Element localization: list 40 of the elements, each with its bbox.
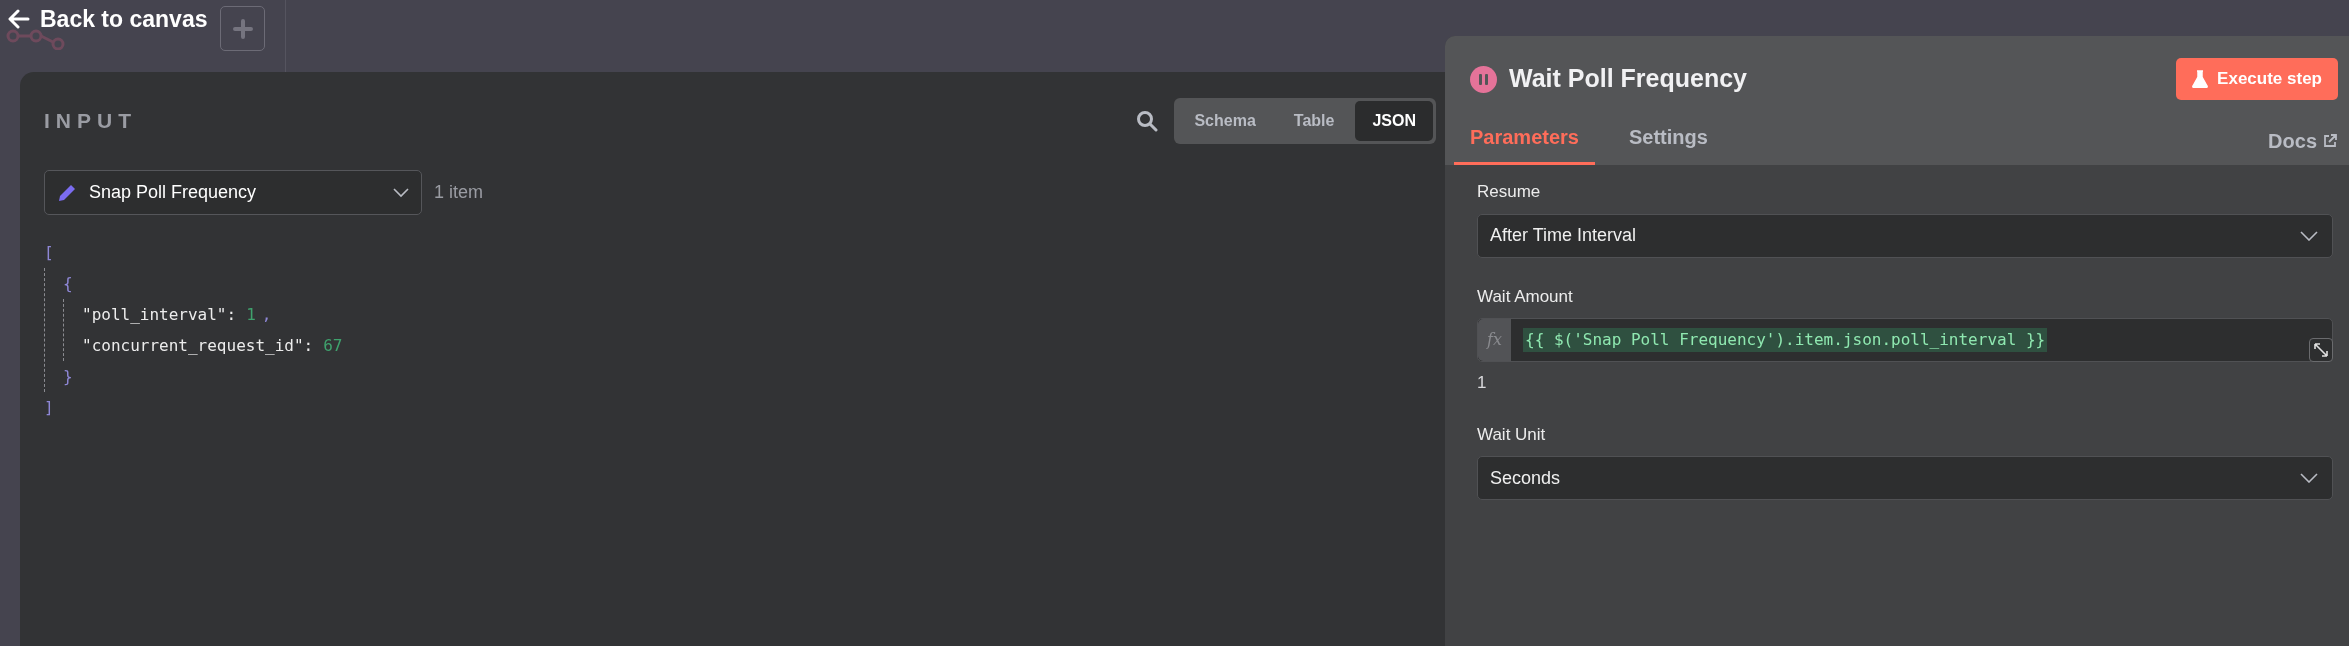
field-label: Wait Amount	[1477, 285, 1574, 308]
plus-icon	[232, 18, 253, 39]
node-title: Wait Poll Frequency	[1509, 63, 1747, 95]
search-icon[interactable]	[1136, 110, 1159, 132]
json-bracket: ]	[44, 398, 54, 417]
json-value: 1	[246, 305, 256, 324]
docs-link[interactable]: Docs	[2268, 125, 2337, 156]
pause-icon	[1470, 65, 1497, 93]
expand-icon	[2314, 343, 2328, 357]
expression-text: {{ $('Snap Poll Frequency').item.json.poll_interval }}	[1523, 328, 2048, 352]
back-arrow-icon	[8, 8, 30, 31]
back-link[interactable]: Back to canvas	[8, 2, 208, 37]
view-tab[interactable]: Table	[1276, 101, 1352, 141]
view-tab[interactable]: Schema	[1177, 101, 1273, 141]
expand-button[interactable]	[2309, 338, 2333, 362]
expression-field[interactable]: fx {{ $('Snap Poll Frequency').item.json.poll_interval }}	[1477, 318, 2333, 362]
chevron-down-icon	[2300, 230, 2318, 241]
json-comma: ,	[261, 304, 272, 326]
pencil-icon	[57, 182, 77, 203]
panel-title: INPUT	[44, 108, 137, 135]
node-dropdown[interactable]: Snap Poll Frequency	[44, 170, 422, 215]
external-link-icon	[2323, 133, 2337, 148]
select-field[interactable]: Seconds	[1477, 456, 2333, 500]
select-field[interactable]: After Time Interval	[1477, 213, 2333, 258]
json-bracket: [	[44, 243, 54, 262]
chevron-down-icon	[2300, 473, 2318, 483]
json-bracket: }	[63, 367, 73, 386]
view-tab[interactable]: JSON	[1355, 101, 1433, 141]
expression-result: 1	[1477, 372, 1488, 394]
fx-label: fx	[1478, 319, 1511, 361]
json-bracket: {	[63, 274, 73, 293]
json-value: 67	[323, 336, 343, 355]
json-key: "poll_interval":	[82, 299, 237, 330]
field-label: Wait Unit	[1477, 423, 1547, 446]
flask-icon	[2192, 70, 2209, 88]
panel-tab[interactable]: Settings	[1612, 116, 1724, 165]
field-label: Resume	[1477, 181, 1542, 203]
json-key: "concurrent_request_id":	[82, 330, 314, 361]
chevron-down-icon	[393, 187, 409, 198]
item-count: 1 item	[434, 181, 484, 204]
